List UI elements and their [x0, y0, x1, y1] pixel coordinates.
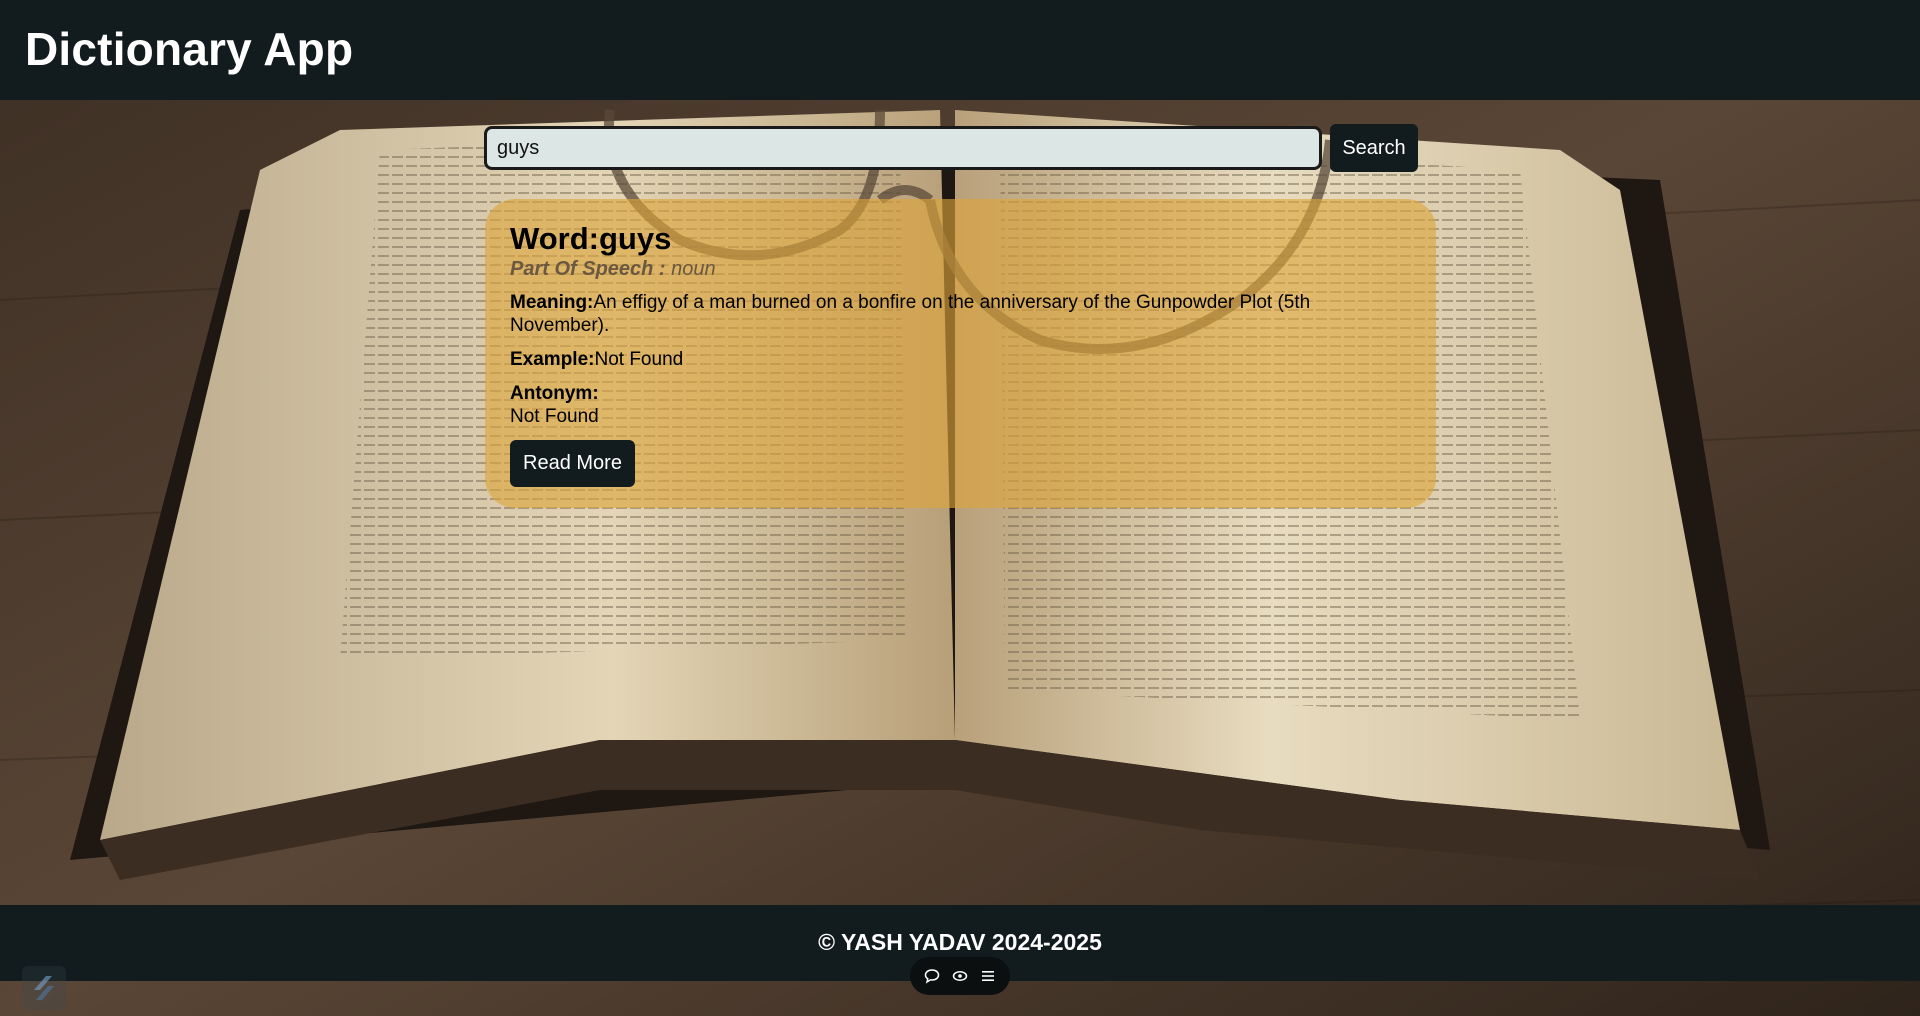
antonym-block: Antonym: Not Found	[510, 382, 1411, 428]
example-line: Example:Not Found	[510, 348, 1411, 371]
app-title: Dictionary App	[25, 23, 354, 75]
antonym-label: Antonym:	[510, 383, 599, 404]
comment-icon[interactable]	[921, 965, 943, 987]
example-label: Example:	[510, 349, 595, 370]
result-card: Word:guys Part Of Speech : noun Meaning:…	[485, 199, 1436, 508]
pos-value: noun	[671, 258, 716, 280]
read-more-button[interactable]: Read More	[510, 440, 635, 487]
meaning-label: Meaning:	[510, 292, 594, 313]
word-value: guys	[598, 221, 672, 256]
part-of-speech: Part Of Speech : noun	[510, 257, 1411, 281]
pos-label: Part Of Speech :	[510, 258, 672, 280]
menu-icon[interactable]	[977, 965, 999, 987]
app-header: Dictionary App	[0, 0, 1920, 100]
eye-icon[interactable]	[949, 965, 971, 987]
example-text: Not Found	[594, 349, 684, 370]
word-label: Word:	[510, 221, 599, 256]
search-input[interactable]	[484, 126, 1322, 170]
search-bar: Search	[484, 124, 1418, 172]
search-button[interactable]: Search	[1330, 124, 1418, 172]
floating-toolbar	[910, 957, 1010, 995]
word-heading: Word:guys	[510, 221, 1411, 257]
antonym-text: Not Found	[510, 406, 599, 427]
footer-copyright: © YASH YADAV 2024-2025	[818, 929, 1102, 955]
meaning-text: An effigy of a man burned on a bonfire o…	[510, 292, 1311, 336]
meaning-line: Meaning:An effigy of a man burned on a b…	[510, 291, 1411, 337]
corner-logo-icon[interactable]	[22, 966, 66, 1010]
